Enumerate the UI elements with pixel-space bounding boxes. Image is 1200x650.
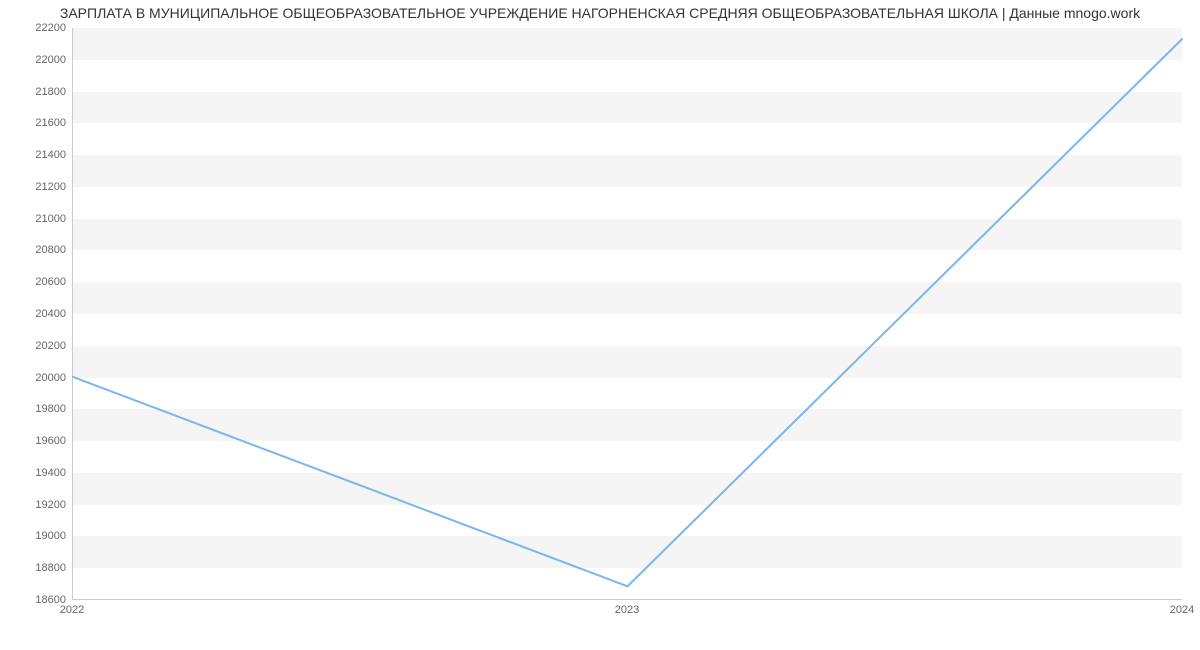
- y-tick-label: 21200: [6, 181, 66, 193]
- y-tick-label: 18800: [6, 562, 66, 574]
- y-tick-label: 21000: [6, 213, 66, 225]
- y-tick-label: 19600: [6, 435, 66, 447]
- y-tick-label: 21400: [6, 149, 66, 161]
- y-tick-label: 19400: [6, 467, 66, 479]
- chart-title: ЗАРПЛАТА В МУНИЦИПАЛЬНОЕ ОБЩЕОБРАЗОВАТЕЛ…: [0, 5, 1200, 21]
- y-tick-label: 19200: [6, 499, 66, 511]
- y-tick-label: 18600: [6, 594, 66, 606]
- salary-line-chart: ЗАРПЛАТА В МУНИЦИПАЛЬНОЕ ОБЩЕОБРАЗОВАТЕЛ…: [0, 0, 1200, 650]
- x-tick-label: 2024: [1170, 604, 1194, 616]
- y-tick-label: 20200: [6, 340, 66, 352]
- y-tick-label: 22000: [6, 54, 66, 66]
- y-tick-label: 19800: [6, 403, 66, 415]
- plot-area: [72, 28, 1182, 600]
- x-tick-label: 2023: [615, 604, 639, 616]
- x-tick-label: 2022: [60, 604, 84, 616]
- y-tick-label: 19000: [6, 530, 66, 542]
- y-tick-label: 22200: [6, 22, 66, 34]
- line-layer: [73, 28, 1182, 599]
- series-line: [73, 39, 1182, 586]
- y-tick-label: 21600: [6, 117, 66, 129]
- y-tick-label: 20800: [6, 244, 66, 256]
- y-tick-label: 20600: [6, 276, 66, 288]
- y-tick-label: 20000: [6, 372, 66, 384]
- y-tick-label: 20400: [6, 308, 66, 320]
- y-tick-label: 21800: [6, 86, 66, 98]
